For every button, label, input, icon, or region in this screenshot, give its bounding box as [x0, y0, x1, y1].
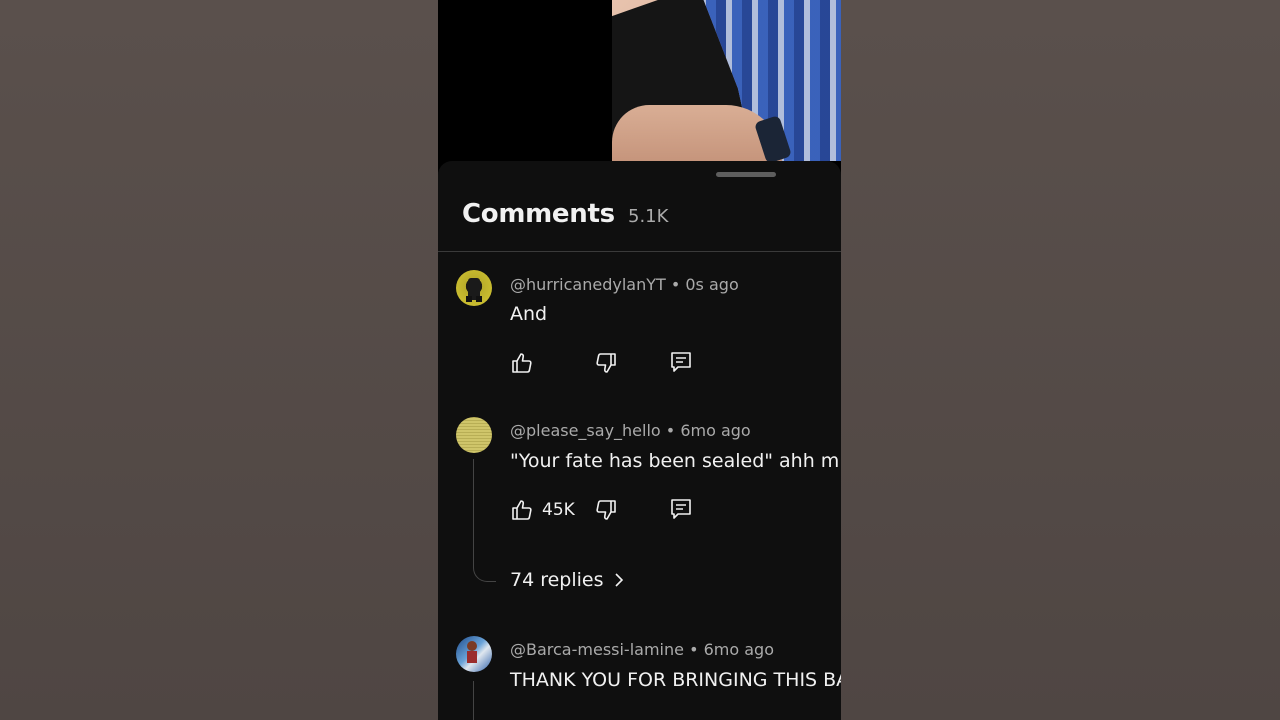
comment-text: "Your fate has been sealed" ahh m: [510, 450, 840, 472]
background-right: [841, 0, 1280, 720]
comment-text: THANK YOU FOR BRINGING THIS BA: [510, 669, 841, 691]
comments-sheet: Comments 5.1K @hurricanedylanYT • 0s ago…: [438, 161, 841, 720]
dislike-icon: [596, 500, 616, 520]
avatar[interactable]: [456, 636, 492, 672]
comment-handle[interactable]: @Barca-messi-lamine: [510, 640, 684, 659]
meta-separator: •: [670, 275, 686, 294]
dislike-icon: [596, 353, 616, 373]
comment-meta: @Barca-messi-lamine • 6mo ago: [510, 640, 774, 659]
dislike-button[interactable]: [594, 351, 618, 375]
avatar[interactable]: [456, 417, 492, 453]
video-player[interactable]: [612, 0, 841, 161]
like-button[interactable]: [510, 351, 534, 375]
thread-line: [473, 681, 496, 720]
comments-count: 5.1K: [628, 206, 669, 227]
reply-button[interactable]: [669, 497, 693, 521]
avatar[interactable]: [456, 270, 492, 306]
comment-time: 6mo ago: [703, 640, 774, 659]
dislike-button[interactable]: [594, 498, 618, 522]
comments-title: Comments: [462, 199, 615, 229]
reply-button[interactable]: [669, 350, 693, 374]
drag-handle[interactable]: [716, 172, 776, 177]
comment-meta: @please_say_hello • 6mo ago: [510, 421, 751, 440]
like-icon: [512, 500, 532, 520]
thread-line: [473, 459, 496, 582]
like-count: 45K: [542, 500, 575, 520]
avatar-figure-icon: [466, 278, 482, 302]
meta-separator: •: [689, 640, 704, 659]
comment-meta: @hurricanedylanYT • 0s ago: [510, 275, 739, 294]
comment-time: 6mo ago: [680, 421, 751, 440]
chevron-right-icon: [614, 573, 623, 587]
comment-handle[interactable]: @hurricanedylanYT: [510, 275, 666, 294]
comment-handle[interactable]: @please_say_hello: [510, 421, 661, 440]
background-left: [0, 0, 438, 720]
meta-separator: •: [665, 421, 681, 440]
avatar-player-icon: [467, 641, 477, 663]
like-icon: [512, 353, 532, 373]
comment-time: 0s ago: [685, 275, 739, 294]
reply-icon: [671, 499, 691, 519]
view-replies-button[interactable]: 74 replies: [510, 569, 626, 591]
like-button[interactable]: 45K: [510, 498, 575, 522]
reply-icon: [671, 352, 691, 372]
phone-screen: Comments 5.1K @hurricanedylanYT • 0s ago…: [438, 0, 841, 720]
comment-text: And: [510, 303, 548, 325]
comments-header: Comments 5.1K: [438, 191, 841, 252]
replies-count: 74 replies: [510, 569, 604, 591]
